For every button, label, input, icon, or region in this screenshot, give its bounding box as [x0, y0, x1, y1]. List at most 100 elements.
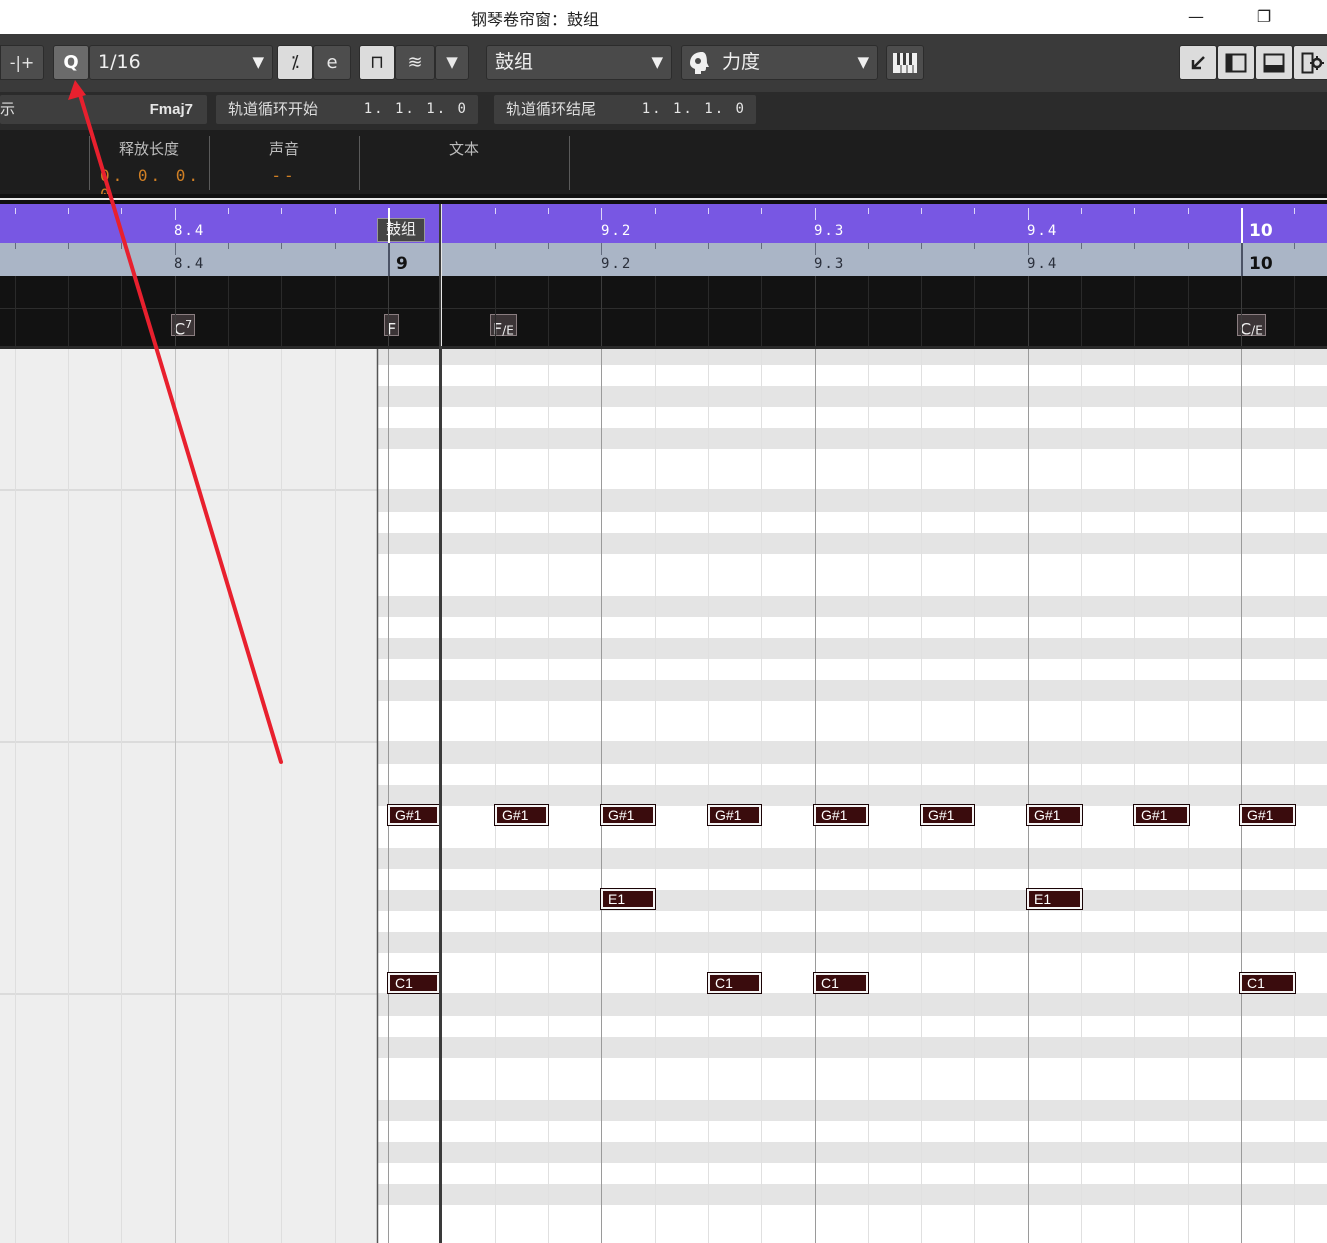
iterative-quantize-icon: ⁒: [290, 52, 300, 73]
quantize-button[interactable]: Q: [53, 45, 89, 80]
note-event[interactable]: E1: [1026, 888, 1083, 910]
chord-grid-line: [868, 276, 869, 346]
arrow-down-left-icon: [1191, 56, 1205, 70]
ruler-tick: [495, 243, 496, 249]
bottom-panel-icon: [1263, 53, 1285, 73]
note-event[interactable]: C1: [387, 972, 440, 994]
ruler-tick: [281, 243, 282, 249]
chord-track[interactable]: C7 F F/E C/E: [0, 276, 1327, 346]
note-event[interactable]: G#1: [1133, 804, 1190, 826]
chord-grid-line: [974, 276, 975, 346]
ruler-tick: [15, 243, 16, 249]
chord-grid-line: [708, 276, 709, 346]
voice-value[interactable]: --: [209, 166, 359, 185]
stack-icon: ≋: [407, 52, 423, 73]
part-name-tag[interactable]: 鼓组: [377, 218, 426, 242]
ruler-tick: [601, 243, 602, 255]
ruler-tick: [335, 243, 336, 249]
controller-lane-label: 力度: [722, 51, 761, 73]
ruler-tick: [655, 208, 656, 214]
note-event[interactable]: G#1: [494, 804, 549, 826]
ruler-tick: [868, 208, 869, 214]
controller-lane-dropdown[interactable]: 力度 ▼: [681, 45, 878, 80]
chord-grid-line: [1081, 276, 1082, 346]
chord-grid-line: [1241, 276, 1242, 346]
chord-grid-line: [655, 276, 656, 346]
note-grid[interactable]: G#1 G#1 G#1 G#1 G#1 G#1 G#1 G#1 G#1 E1 E…: [0, 346, 1327, 1243]
ruler-tick: [974, 208, 975, 214]
chord-info-label: 示: [0, 100, 16, 118]
stack-button[interactable]: ≋: [395, 45, 435, 80]
loop-start-cell[interactable]: 轨道循环开始 1. 1. 1. 0: [216, 95, 478, 124]
iterative-quantize-button[interactable]: ⁒: [277, 45, 313, 80]
ruler-tick: [601, 208, 602, 220]
note-event[interactable]: G#1: [600, 804, 656, 826]
chord-info-cell[interactable]: 示 Fmaj7: [0, 95, 207, 124]
inspector-toggle-button[interactable]: [1179, 45, 1217, 80]
quantize-preset-dropdown[interactable]: 1/16 ▼: [89, 45, 273, 80]
ruler-tick: [1134, 208, 1135, 214]
length-quantize-button[interactable]: ⊓: [359, 45, 395, 80]
note-event[interactable]: C1: [1239, 972, 1296, 994]
chord-grid-line: [1294, 276, 1295, 346]
note-event[interactable]: G#1: [707, 804, 762, 826]
ruler-label: 9.3: [814, 256, 846, 272]
voice-label: 声音: [268, 140, 299, 158]
length-icon: ⊓: [369, 52, 385, 73]
ruler-tick: [655, 243, 656, 249]
minimize-button[interactable]: —: [1176, 4, 1216, 30]
lower-zone-button[interactable]: [1255, 45, 1293, 80]
ruler-label: 9.4: [1027, 223, 1059, 239]
ruler-tick: [1081, 208, 1082, 214]
chord-grid-line: [1028, 276, 1029, 346]
ruler-tick: [548, 208, 549, 214]
left-zone-button[interactable]: [1217, 45, 1255, 80]
note-event[interactable]: C1: [813, 972, 869, 994]
note-event[interactable]: G#1: [387, 804, 440, 826]
ruler-top[interactable]: 8.4 鼓组 9.2 9.3 9.4 10: [0, 204, 1327, 247]
ruler-bottom[interactable]: 8.4 9 9.2 9.3 9.4 10: [0, 243, 1327, 276]
title-bar: 钢琴卷帘窗：鼓组 — ❐: [0, 0, 1327, 34]
ruler-tick: [1081, 243, 1082, 249]
loop-button[interactable]: e: [313, 45, 351, 80]
ruler-tick: [921, 208, 922, 214]
ruler-tick: [1134, 243, 1135, 249]
ruler-tick: [1188, 208, 1189, 214]
note-event[interactable]: G#1: [1026, 804, 1083, 826]
note-event[interactable]: G#1: [813, 804, 869, 826]
restore-button[interactable]: ❐: [1244, 4, 1284, 30]
ruler-tick: [228, 208, 229, 214]
chord-grid-line: [121, 276, 122, 346]
note-event[interactable]: C1: [707, 972, 762, 994]
track-name: 鼓组: [495, 51, 534, 73]
piano-keys-icon: [893, 53, 917, 73]
ruler-tick: [175, 208, 176, 220]
ruler-tick: [921, 243, 922, 249]
note-event[interactable]: G#1: [1239, 804, 1296, 826]
ruler-tick: [868, 243, 869, 249]
ruler-tick: [1028, 243, 1029, 255]
note-event[interactable]: G#1: [920, 804, 975, 826]
ruler-tick: [761, 208, 762, 214]
stack-dropdown-button[interactable]: ▼: [435, 45, 469, 80]
chord-event[interactable]: F: [384, 314, 400, 338]
project-cursor[interactable]: [439, 204, 442, 1243]
loop-end-cell[interactable]: 轨道循环结尾 1. 1. 1. 0: [494, 95, 756, 124]
lane-divider: [0, 308, 1327, 309]
track-select-dropdown[interactable]: 鼓组 ▼: [486, 45, 672, 80]
ruler-label: 9.2: [601, 223, 633, 239]
ruler-tick: [1241, 243, 1243, 276]
gear-icon: [1301, 52, 1324, 74]
piano-keys-button[interactable]: [886, 45, 924, 80]
window-settings-button[interactable]: [1293, 45, 1327, 80]
window-title: 钢琴卷帘窗：鼓组: [470, 10, 599, 29]
ruler-label: 9.3: [814, 223, 846, 239]
event-info-panel: 释放长度 0. 0. 0. 0 声音 -- 文本: [0, 130, 1327, 204]
ruler-tick: [388, 243, 390, 276]
note-event[interactable]: E1: [600, 888, 656, 910]
ruler-tick: [335, 208, 336, 214]
ruler-tick: [15, 208, 16, 214]
chord-grid-line: [761, 276, 762, 346]
piano-roll-window: 钢琴卷帘窗：鼓组 — ❐ -|+ Q 1/16 ▼ ⁒ e ⊓ ≋ ▼ 鼓组 ▼…: [0, 0, 1327, 1243]
insert-velocity-button[interactable]: -|+: [0, 45, 44, 80]
